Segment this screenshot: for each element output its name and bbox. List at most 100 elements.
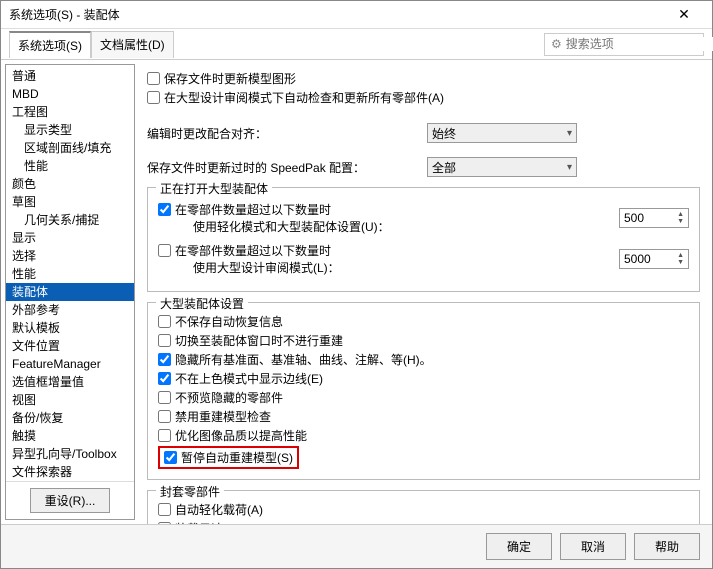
tab-doc-properties[interactable]: 文档属性(D) <box>91 31 174 58</box>
label: 切换至装配体窗口时不进行重建 <box>175 332 343 349</box>
sidebar-item[interactable]: 触摸 <box>6 427 134 445</box>
sidebar-item[interactable]: 性能 <box>6 157 134 175</box>
select-speedpak[interactable]: 全部 ▾ <box>427 157 577 177</box>
label: 在零部件数量超过以下数量时 <box>175 203 331 217</box>
label-sub: 使用大型设计审阅模式(L)： <box>193 261 340 275</box>
sidebar-item[interactable]: 视图 <box>6 391 134 409</box>
chk-optimize-image-perf[interactable]: 优化图像品质以提高性能 <box>158 427 689 444</box>
sidebar-item[interactable]: 文件位置 <box>6 337 134 355</box>
checkbox[interactable] <box>147 91 160 104</box>
label: 保存文件时更新模型图形 <box>164 70 296 87</box>
checkbox[interactable] <box>158 353 171 366</box>
sidebar-item[interactable]: 备份/恢复 <box>6 409 134 427</box>
search-input[interactable] <box>566 37 713 51</box>
label: 在零部件数量超过以下数量时 <box>175 244 331 258</box>
checkbox-suspend-rebuild[interactable] <box>164 451 177 464</box>
checkbox[interactable] <box>158 372 171 385</box>
sidebar-item[interactable]: 区域剖面线/填充 <box>6 139 134 157</box>
spinner-review-count[interactable]: 5000 ▲▼ <box>619 249 689 269</box>
checkbox[interactable] <box>158 244 171 257</box>
group-title: 大型装配体设置 <box>156 295 248 312</box>
label: 不在上色模式中显示边线(E) <box>175 370 323 387</box>
group-envelope: 封套零部件 自动轻化载荷(A) 装载只读(L) <box>147 490 700 524</box>
sidebar-item[interactable]: 性能 <box>6 265 134 283</box>
chk-open-review-mode[interactable]: 在零部件数量超过以下数量时 使用大型设计审阅模式(L)： <box>158 242 619 276</box>
window-title: 系统选项(S) - 装配体 <box>9 6 664 23</box>
checkbox[interactable] <box>158 315 171 328</box>
label-sub: 使用轻化模式和大型装配体设置(U)： <box>193 220 390 234</box>
group-title: 正在打开大型装配体 <box>156 180 272 197</box>
chk-no-preview-hidden[interactable]: 不预览隐藏的零部件 <box>158 389 689 406</box>
chk-no-rebuild-switch[interactable]: 切换至装配体窗口时不进行重建 <box>158 332 689 349</box>
chk-hide-references[interactable]: 隐藏所有基准面、基准轴、曲线、注解、等(H)。 <box>158 351 689 368</box>
close-icon[interactable]: ✕ <box>664 6 704 23</box>
help-button[interactable]: 帮助 <box>634 533 700 560</box>
gear-icon: ⚙ <box>551 37 562 51</box>
sidebar-item[interactable]: FeatureManager <box>6 355 134 373</box>
tab-system-options[interactable]: 系统选项(S) <box>9 31 91 58</box>
label: 自动轻化载荷(A) <box>175 501 263 518</box>
sidebar-item[interactable]: 普通 <box>6 67 134 85</box>
sidebar-item[interactable]: 显示类型 <box>6 121 134 139</box>
chk-load-readonly[interactable]: 装载只读(L) <box>158 520 689 524</box>
label: 禁用重建模型检查 <box>175 408 271 425</box>
chevron-down-icon[interactable]: ▼ <box>677 259 684 266</box>
cancel-button[interactable]: 取消 <box>560 533 626 560</box>
content-panel: 保存文件时更新模型图形 在大型设计审阅模式下自动检查和更新所有零部件(A) 编辑… <box>139 60 712 524</box>
sidebar-item[interactable]: 几何关系/捕捉 <box>6 211 134 229</box>
sidebar: 普通MBD工程图显示类型区域剖面线/填充性能颜色草图几何关系/捕捉显示选择性能装… <box>5 64 135 520</box>
sidebar-item[interactable]: 文件探索器 <box>6 463 134 481</box>
sidebar-item[interactable]: 草图 <box>6 193 134 211</box>
tabs: 系统选项(S) 文档属性(D) <box>9 31 174 58</box>
sidebar-item[interactable]: 装配体 <box>6 283 134 301</box>
chk-save-update[interactable]: 保存文件时更新模型图形 <box>147 70 700 87</box>
footer: 确定 取消 帮助 <box>1 524 712 568</box>
sidebar-item[interactable]: 显示 <box>6 229 134 247</box>
select-value: 始终 <box>432 125 456 142</box>
ok-button[interactable]: 确定 <box>486 533 552 560</box>
label: 不预览隐藏的零部件 <box>175 389 283 406</box>
spinner-value: 5000 <box>624 252 651 266</box>
chk-large-review-auto[interactable]: 在大型设计审阅模式下自动检查和更新所有零部件(A) <box>147 89 700 106</box>
sidebar-item[interactable]: 选择 <box>6 247 134 265</box>
checkbox[interactable] <box>158 522 171 524</box>
search-box[interactable]: ⚙ 🔍 <box>544 33 704 56</box>
chevron-up-icon[interactable]: ▲ <box>677 252 684 259</box>
chk-auto-lightweight-load[interactable]: 自动轻化载荷(A) <box>158 501 689 518</box>
chk-open-lightweight[interactable]: 在零部件数量超过以下数量时 使用轻化模式和大型装配体设置(U)： <box>158 201 619 235</box>
label: 暂停自动重建模型(S) <box>181 449 293 466</box>
sidebar-item[interactable]: 选值框增量值 <box>6 373 134 391</box>
sidebar-item[interactable]: MBD <box>6 85 134 103</box>
sidebar-item[interactable]: 工程图 <box>6 103 134 121</box>
label: 不保存自动恢复信息 <box>175 313 283 330</box>
checkbox[interactable] <box>158 203 171 216</box>
sidebar-item[interactable]: 异型孔向导/Toolbox <box>6 445 134 463</box>
label: 装载只读(L) <box>175 520 238 524</box>
spinner-lightweight-count[interactable]: 500 ▲▼ <box>619 208 689 228</box>
chevron-down-icon[interactable]: ▼ <box>677 218 684 225</box>
reset-button[interactable]: 重设(R)... <box>30 488 111 513</box>
chevron-down-icon: ▾ <box>567 162 572 173</box>
sidebar-item[interactable]: 颜色 <box>6 175 134 193</box>
chk-no-autorecover[interactable]: 不保存自动恢复信息 <box>158 313 689 330</box>
checkbox[interactable] <box>158 334 171 347</box>
sidebar-item[interactable]: 默认模板 <box>6 319 134 337</box>
group-opening-large: 正在打开大型装配体 在零部件数量超过以下数量时 使用轻化模式和大型装配体设置(U… <box>147 187 700 292</box>
chk-no-edges-shaded[interactable]: 不在上色模式中显示边线(E) <box>158 370 689 387</box>
checkbox[interactable] <box>158 391 171 404</box>
label-edit-align: 编辑时更改配合对齐： <box>147 125 427 142</box>
highlighted-option: 暂停自动重建模型(S) <box>158 446 299 469</box>
sidebar-item[interactable]: 外部参考 <box>6 301 134 319</box>
chevron-down-icon: ▾ <box>567 128 572 139</box>
checkbox[interactable] <box>158 503 171 516</box>
select-edit-align[interactable]: 始终 ▾ <box>427 123 577 143</box>
chevron-up-icon[interactable]: ▲ <box>677 211 684 218</box>
checkbox[interactable] <box>147 72 160 85</box>
group-large-assembly-settings: 大型装配体设置 不保存自动恢复信息 切换至装配体窗口时不进行重建 隐藏所有基准面… <box>147 302 700 480</box>
chk-disable-rebuild-check[interactable]: 禁用重建模型检查 <box>158 408 689 425</box>
group-title: 封套零部件 <box>156 483 224 500</box>
spinner-value: 500 <box>624 211 644 225</box>
checkbox[interactable] <box>158 410 171 423</box>
checkbox[interactable] <box>158 429 171 442</box>
label: 优化图像品质以提高性能 <box>175 427 307 444</box>
